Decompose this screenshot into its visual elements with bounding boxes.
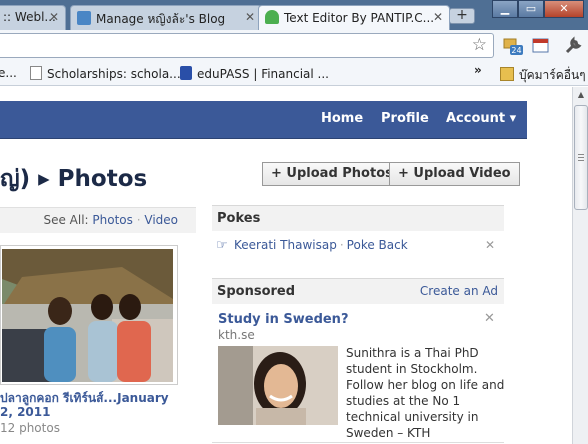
- tab-text-editor[interactable]: Text Editor By PANTIP.C... ✕: [258, 5, 450, 30]
- sponsored-heading: Sponsored: [217, 284, 296, 299]
- grip-line: [578, 157, 584, 158]
- minimize-button[interactable]: ▁: [492, 0, 518, 18]
- badge-count: 24: [511, 46, 521, 55]
- other-bookmarks-button[interactable]: บุ๊คมาร์คอื่นๆ: [500, 66, 586, 85]
- album-cover-photo[interactable]: [2, 249, 173, 382]
- nav-account-menu[interactable]: Account ▾: [446, 111, 516, 126]
- bookmarks-bar: e... Scholarships: schola... eduPASS | F…: [0, 62, 588, 86]
- album-date[interactable]: 2, 2011: [0, 405, 50, 419]
- ad-domain: kth.se: [218, 328, 255, 342]
- vertical-scrollbar[interactable]: ▲: [572, 87, 588, 444]
- ad-title-link[interactable]: Study in Sweden?: [218, 312, 348, 327]
- browser-toolbar: ☆ 24: [0, 30, 588, 62]
- see-all-video-link[interactable]: Video: [144, 213, 178, 227]
- address-bar[interactable]: ☆: [0, 33, 494, 58]
- photos-section-header: See All: Photos · Video: [0, 207, 196, 233]
- window-controls: ▁ ▭ ✕: [492, 0, 584, 18]
- poke-back-link[interactable]: Poke Back: [347, 238, 408, 252]
- blog-favicon-icon: [77, 11, 91, 25]
- upload-video-button[interactable]: + Upload Video: [389, 162, 520, 186]
- see-all-label: See All:: [43, 213, 89, 227]
- bookmark-item[interactable]: e...: [0, 66, 17, 80]
- tab-label: Manage หญิงล้ะ's Blog: [96, 12, 226, 26]
- poke-hand-icon: ☞: [216, 238, 228, 253]
- tab-label: Text Editor By PANTIP.C...: [284, 11, 435, 25]
- edupass-icon: [180, 66, 192, 80]
- poke-dismiss-icon[interactable]: ✕: [485, 238, 495, 252]
- bookmark-star-icon[interactable]: ☆: [472, 35, 487, 55]
- page-icon: [30, 66, 42, 80]
- divider: [212, 442, 504, 443]
- bookmark-label: eduPASS | Financial ...: [197, 67, 329, 81]
- wrench-icon[interactable]: [563, 36, 583, 56]
- tab-close-icon[interactable]: ✕: [433, 10, 443, 24]
- tab-strip: :: Webl... ✕ Manage หญิงล้ะ's Blog ✕ Tex…: [0, 0, 588, 30]
- sponsored-header: Sponsored Create an Ad: [212, 278, 504, 304]
- pokes-header: Pokes: [212, 205, 504, 231]
- facebook-top-bar: Home Profile Account ▾: [0, 101, 527, 139]
- page-menu-icon[interactable]: [531, 36, 551, 56]
- maximize-button[interactable]: ▭: [518, 0, 544, 18]
- folder-badge-icon: 24: [503, 38, 523, 55]
- tab-webl[interactable]: :: Webl... ✕: [0, 5, 66, 30]
- nav-profile-link[interactable]: Profile: [381, 111, 429, 126]
- close-window-button[interactable]: ✕: [544, 0, 584, 18]
- poke-row: ☞ Keerati Thawisap · Poke Back: [216, 238, 408, 253]
- cactus-favicon-icon: [265, 10, 279, 24]
- scroll-up-arrow-icon[interactable]: ▲: [574, 88, 588, 102]
- poker-name-link[interactable]: Keerati Thawisap: [234, 238, 337, 252]
- tab-close-icon[interactable]: ✕: [245, 10, 255, 24]
- scrollbar-thumb[interactable]: [574, 105, 588, 210]
- pokes-heading: Pokes: [217, 211, 261, 226]
- bookmarks-overflow-button[interactable]: »: [474, 63, 482, 77]
- grip-line: [578, 154, 584, 155]
- ad-image[interactable]: [218, 346, 338, 425]
- album-photo-count: 12 photos: [0, 421, 60, 435]
- separator: ·: [339, 238, 344, 252]
- upload-photos-button[interactable]: + Upload Photos: [262, 162, 402, 186]
- tab-label: :: Webl...: [3, 10, 56, 24]
- tab-close-icon[interactable]: ✕: [49, 10, 59, 24]
- bookmark-edupass[interactable]: eduPASS | Financial ...: [180, 66, 329, 81]
- tab-manage-blog[interactable]: Manage หญิงล้ะ's Blog ✕: [70, 5, 262, 30]
- ad-dismiss-icon[interactable]: ✕: [484, 311, 495, 326]
- new-tab-button[interactable]: +: [449, 8, 475, 24]
- separator: ·: [136, 213, 141, 227]
- extension-badge-icon[interactable]: 24: [503, 36, 523, 56]
- see-all-links: See All: Photos · Video: [43, 213, 178, 227]
- page-viewport: Home Profile Account ▾ ญ่) ▸ Photos + Up…: [0, 87, 572, 444]
- ad-body-text: Sunithra is a Thai PhD student in Stockh…: [346, 346, 505, 440]
- nav-home-link[interactable]: Home: [321, 111, 363, 126]
- other-bookmarks-label: บุ๊คมาร์คอื่นๆ: [519, 68, 586, 82]
- grip-line: [578, 160, 584, 161]
- bookmark-label: Scholarships: schola...: [47, 67, 181, 81]
- see-all-photos-link[interactable]: Photos: [92, 213, 132, 227]
- page-title: ญ่) ▸ Photos: [0, 166, 148, 192]
- bookmark-scholarships[interactable]: Scholarships: schola...: [30, 66, 181, 81]
- create-ad-link[interactable]: Create an Ad: [420, 284, 498, 298]
- folder-icon: [500, 67, 514, 81]
